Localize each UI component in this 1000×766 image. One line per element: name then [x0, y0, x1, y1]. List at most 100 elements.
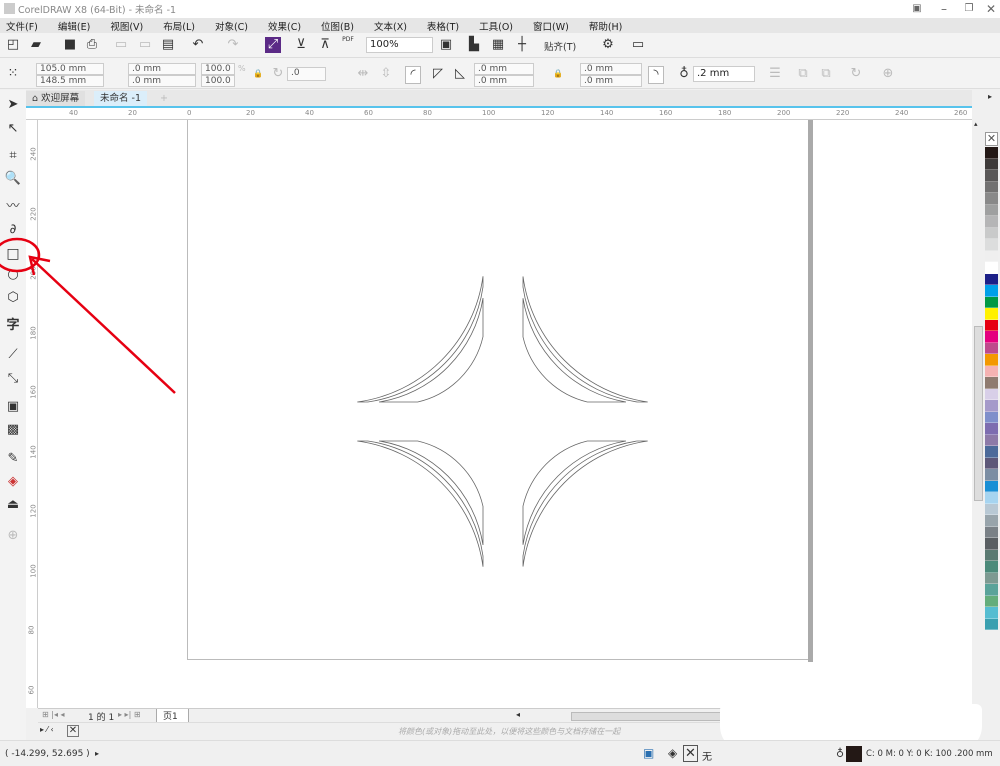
menu-text[interactable]: 文本(X) [374, 19, 407, 33]
mirror-vertical-icon[interactable]: ⇳ [378, 66, 394, 82]
color-swatch[interactable] [985, 549, 998, 561]
tab-scroll-right-icon[interactable]: ▸ [988, 92, 992, 101]
corner-radius-top-right[interactable]: .0 mm [580, 63, 642, 75]
scale-y-field[interactable]: 100.0 [201, 75, 235, 87]
color-swatch[interactable] [985, 239, 998, 251]
color-swatch[interactable] [985, 216, 998, 228]
minimize-button[interactable]: – [935, 1, 953, 17]
color-swatch[interactable] [985, 193, 998, 205]
scale-x-field[interactable]: 100.0 [201, 63, 235, 75]
color-swatch[interactable] [985, 526, 998, 538]
color-swatch[interactable] [985, 595, 998, 607]
color-swatch[interactable] [985, 515, 998, 527]
print-icon[interactable]: ⎙ [84, 37, 100, 53]
page-next-last-buttons[interactable]: ▸ ▸| ⊞ [118, 710, 141, 719]
color-swatch[interactable] [985, 561, 998, 573]
color-swatch[interactable] [985, 434, 998, 446]
x-position-field[interactable]: 105.0 mm [36, 63, 104, 75]
object-origin-icon[interactable]: ⁙ [5, 66, 21, 82]
color-swatch[interactable] [985, 331, 998, 343]
menu-file[interactable]: 文件(F) [6, 19, 38, 33]
no-color-swatch[interactable]: ✕ [985, 132, 998, 146]
color-eyedropper-icon[interactable]: ✎ [4, 450, 22, 468]
corner-radius-bottom-left[interactable]: .0 mm [474, 75, 534, 87]
cut-icon[interactable]: ▭ [113, 37, 129, 53]
scalloped-corner-icon[interactable]: ◸ [430, 66, 446, 82]
new-tab-button[interactable]: + [154, 91, 174, 106]
color-swatch[interactable] [985, 572, 998, 584]
color-swatch[interactable] [985, 227, 998, 239]
search-content-icon[interactable]: ⤢ [265, 37, 281, 53]
export-icon[interactable]: ⊼ [317, 37, 333, 53]
guidelines-icon[interactable]: ┼ [514, 37, 530, 53]
chamfered-corner-icon[interactable]: ◺ [452, 66, 468, 82]
add-tool-icon[interactable]: ⊕ [4, 527, 22, 545]
color-swatch[interactable] [985, 411, 998, 423]
freehand-tool-icon[interactable]: 〰 [4, 198, 22, 216]
color-swatch[interactable] [985, 400, 998, 412]
paste-icon[interactable]: ▤ [160, 37, 176, 53]
snap-to-dropdown[interactable]: 贴齐(T) [544, 39, 576, 53]
corner-radius-bottom-right[interactable]: .0 mm [580, 75, 642, 87]
text-tool-icon[interactable]: 字 [4, 317, 22, 335]
color-swatch[interactable] [985, 388, 998, 400]
new-document-icon[interactable]: ◰ [5, 37, 21, 53]
tab-welcome-screen[interactable]: ⌂ 欢迎屏幕 [26, 91, 86, 106]
color-swatch[interactable] [985, 423, 998, 435]
color-swatch[interactable] [985, 319, 998, 331]
color-swatch[interactable] [985, 457, 998, 469]
drop-shadow-icon[interactable]: ▣ [4, 398, 22, 416]
y-position-field[interactable]: 148.5 mm [36, 75, 104, 87]
import-icon[interactable]: ⊻ [293, 37, 309, 53]
scroll-up-icon[interactable]: ▴ [974, 120, 978, 128]
horizontal-ruler[interactable]: 40 20 0 20 40 60 80 100 120 140 160 180 200 220 240 260 [26, 106, 972, 120]
document-no-color-swatch[interactable]: ✕ [67, 725, 79, 737]
color-swatch[interactable] [985, 607, 998, 619]
horizontal-scroll-thumb[interactable] [571, 712, 721, 721]
convert-to-curves-icon[interactable]: ↻ [848, 66, 864, 82]
lock-corners-icon[interactable]: 🔒 [550, 66, 566, 82]
menu-view[interactable]: 视图(V) [110, 19, 143, 33]
color-swatch[interactable] [985, 538, 998, 550]
color-swatch[interactable] [985, 273, 998, 285]
color-swatch[interactable] [985, 365, 998, 377]
color-swatch[interactable] [985, 354, 998, 366]
menu-layout[interactable]: 布局(L) [163, 19, 195, 33]
smart-fill-icon[interactable]: ⏏ [4, 496, 22, 514]
color-swatch[interactable] [985, 492, 998, 504]
color-swatch[interactable] [985, 480, 998, 492]
publish-pdf-icon[interactable]: PDF [340, 36, 356, 44]
rectangle-tool-icon[interactable]: □ [4, 245, 22, 263]
restore-button[interactable]: ❐ [960, 1, 978, 17]
menu-edit[interactable]: 编辑(E) [58, 19, 90, 33]
vertical-scrollbar[interactable]: ▴ [972, 106, 985, 708]
status-expand-icon[interactable]: ▸ [95, 749, 99, 758]
color-swatch[interactable] [985, 181, 998, 193]
shape-tool-icon[interactable]: ↖ [4, 120, 22, 138]
rotation-angle-field[interactable]: .0 [287, 67, 326, 81]
text-wrap-icon[interactable]: ☰ [767, 66, 783, 82]
vertical-ruler[interactable]: 240 220 200 180 160 140 120 100 80 60 [26, 120, 38, 708]
menu-help[interactable]: 帮助(H) [589, 19, 623, 33]
lock-ratio-icon[interactable]: 🔒 [250, 66, 266, 82]
ellipse-tool-icon[interactable]: ○ [4, 266, 22, 284]
menu-window[interactable]: 窗口(W) [533, 19, 569, 33]
width-field[interactable]: .0 mm [128, 63, 196, 75]
copy-icon[interactable]: ▭ [137, 37, 153, 53]
transparency-tool-icon[interactable]: ▩ [4, 421, 22, 439]
options-gear-icon[interactable]: ⚙ [600, 37, 616, 53]
color-swatch[interactable] [985, 377, 998, 389]
page-first-prev-buttons[interactable]: ⊞ |◂ ◂ [42, 710, 65, 719]
color-proof-icon[interactable]: ▣ [643, 746, 654, 760]
relative-corner-scaling-icon[interactable]: ◝ [648, 66, 664, 84]
application-launcher-icon[interactable]: ▭ [630, 37, 646, 53]
corner-radius-top-left[interactable]: .0 mm [474, 63, 534, 75]
zoom-level-select[interactable]: 100% [366, 37, 433, 53]
connector-tool-icon[interactable]: ⤡ [4, 370, 22, 388]
account-icon[interactable]: ▣ [908, 1, 926, 17]
menu-object[interactable]: 对象(C) [215, 19, 248, 33]
undo-icon[interactable]: ↶ [190, 37, 206, 53]
open-icon[interactable]: ▰ [28, 37, 44, 53]
mirror-horizontal-icon[interactable]: ⇹ [355, 66, 371, 82]
pick-tool-icon[interactable]: ➤ [4, 96, 22, 114]
